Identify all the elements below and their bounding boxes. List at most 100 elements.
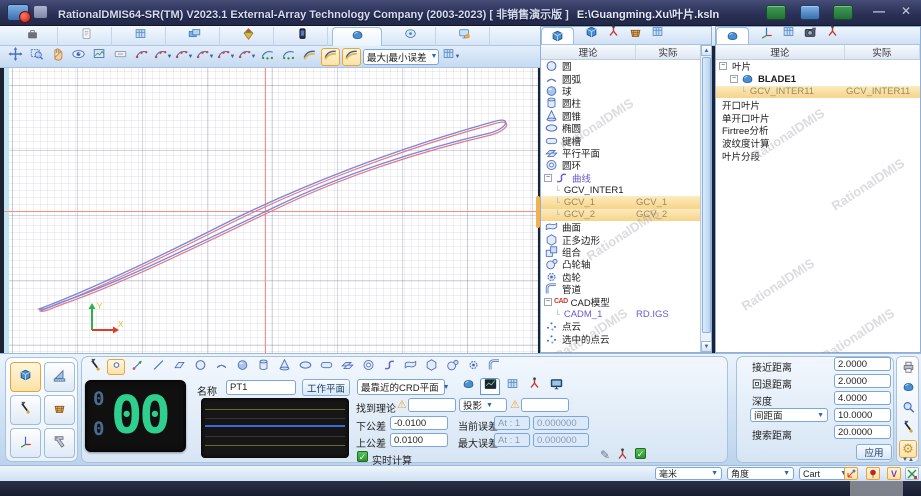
vision-status-button[interactable]: V (887, 467, 901, 480)
projection-dropdown[interactable]: 投影 ▼ (459, 398, 507, 412)
pan-tool[interactable] (6, 47, 25, 66)
tree-item-波纹度计算[interactable]: 波纹度计算 (716, 137, 920, 149)
tree-item-选中的点云[interactable]: 选中的点云 (541, 333, 700, 345)
tab-table[interactable] (116, 27, 166, 46)
tree-item-圆弧[interactable]: 圆弧 (541, 72, 700, 85)
scan-curve-tool-2[interactable]: ▼ (153, 48, 172, 66)
param-input-1[interactable]: 2.0000 (834, 357, 891, 371)
scroll-up-icon[interactable]: ▲ (701, 45, 712, 56)
tree-item-圆[interactable]: 圆 (541, 60, 700, 72)
param-input-4[interactable]: 10.0000 (834, 408, 891, 422)
slot-tool[interactable] (317, 359, 335, 375)
minimize-button[interactable]: — (866, 3, 892, 20)
monitor-link-icon[interactable] (800, 5, 820, 20)
workplane-button[interactable]: 工作平面 (302, 379, 350, 396)
param-input-3[interactable]: 4.0000 (834, 391, 891, 405)
tree-item-椭圆[interactable]: 椭圆 (541, 122, 700, 134)
feature-tab-active[interactable] (541, 27, 574, 44)
tree-item-管道[interactable]: 管道 (541, 283, 700, 295)
projection-input[interactable] (521, 398, 569, 412)
blade-tab-active[interactable] (716, 27, 749, 44)
curve-tool[interactable] (380, 359, 398, 375)
tree-item-GCV_2[interactable]: └ GCV_2 GCV_2 (541, 208, 700, 222)
scan-curve-tool-3[interactable]: ▼ (174, 48, 193, 66)
surface-tool[interactable] (401, 359, 419, 375)
tree-item-BLADE1[interactable]: − BLADE1 (716, 73, 920, 86)
blade-tab-icon-4[interactable] (825, 25, 840, 44)
monitor-mode-tab[interactable] (546, 378, 566, 395)
app-icon[interactable] (7, 4, 31, 23)
close-button[interactable]: ✕ (893, 3, 919, 20)
name-input[interactable]: PT1 (226, 380, 296, 395)
actual-column-header[interactable]: 实际 (636, 45, 701, 59)
calibration-button[interactable] (44, 362, 75, 392)
torus-tool[interactable] (359, 359, 377, 375)
probe-view-button[interactable] (899, 380, 917, 398)
scan-curve-tool-8[interactable] (279, 48, 298, 66)
confirm-check-icon[interactable]: ✓ (635, 448, 647, 459)
scan-curve-tool-1[interactable] (132, 48, 151, 66)
lower-tol-input[interactable]: -0.0100 (390, 416, 448, 430)
tree-item-圆锥[interactable]: 圆锥 (541, 109, 700, 122)
tool-change-button[interactable] (44, 428, 75, 458)
tab-device[interactable] (278, 27, 328, 46)
hand-tool[interactable] (48, 48, 67, 66)
scan-curve-tool-5[interactable]: ▼ (216, 48, 235, 66)
coordinate-button[interactable] (10, 428, 41, 458)
graphics-viewport[interactable]: Y X (4, 68, 538, 353)
tree-item-球[interactable]: 球 (541, 85, 700, 97)
point-tool[interactable] (107, 359, 125, 375)
actual-column-header[interactable]: 实际 (845, 45, 920, 59)
tree-item-叶片分段[interactable]: 叶片分段 (716, 150, 920, 162)
taskbar-item[interactable] (850, 481, 903, 496)
scroll-down-icon[interactable]: ▼ (701, 341, 712, 352)
tree-item-GCV_INTER1[interactable]: └ GCV_INTER1 (541, 184, 700, 196)
image-select-tool[interactable] (90, 48, 109, 66)
plane-tool[interactable] (170, 359, 188, 375)
strip-collapse-arrows[interactable]: ▼▲ (899, 456, 917, 464)
tree-item-单开口叶片[interactable]: 单开口叶片 (716, 111, 920, 124)
circle-tool[interactable] (191, 359, 209, 375)
tab-tolerance[interactable] (224, 27, 274, 46)
feature-tab-icon-4[interactable] (650, 25, 665, 44)
cone-tool[interactable] (275, 358, 293, 375)
units-dropdown[interactable]: 毫米 ▼ (655, 467, 722, 480)
machine-setup-button[interactable] (10, 362, 41, 392)
expander-icon[interactable]: − (544, 297, 552, 306)
ellipse-tool[interactable] (296, 359, 314, 375)
tree-item-Firtree分析[interactable]: Firtree分析 (716, 124, 920, 136)
alignment-status-button[interactable] (844, 467, 858, 480)
chart-mode-tab[interactable] (480, 378, 500, 395)
theory-column-header[interactable]: 理论 (716, 45, 845, 59)
tree-item-点云[interactable]: 点云 (541, 320, 700, 333)
expander-icon[interactable]: − (719, 62, 727, 71)
scan-curve-tool-7[interactable] (258, 48, 277, 66)
vector-tool[interactable] (128, 359, 146, 375)
tree-item-齿轮[interactable]: 齿轮 (541, 271, 700, 283)
parallel-planes-tool[interactable] (338, 359, 356, 375)
tree-item-平行平面[interactable]: 平行平面 (541, 147, 700, 159)
tab-file[interactable] (8, 27, 58, 46)
cylinder-tool[interactable] (254, 359, 272, 375)
param-input-2[interactable]: 2.0000 (834, 374, 891, 388)
menu-icon[interactable] (34, 6, 47, 18)
param-input-5[interactable]: 20.0000 (834, 425, 891, 439)
tab-scan[interactable] (332, 27, 382, 46)
angle-dropdown[interactable]: 角度 ▼ (727, 467, 794, 480)
scan-curve-tool-4[interactable]: ▼ (195, 48, 214, 66)
probe2-mode-tab[interactable] (524, 377, 544, 395)
feature-tab-icon-1[interactable] (584, 25, 599, 44)
upper-tol-input[interactable]: 0.0100 (390, 433, 448, 447)
connection-status-button[interactable] (905, 467, 919, 480)
tree-item-圆环[interactable]: 圆环 (541, 159, 700, 172)
label-tool[interactable] (111, 48, 130, 66)
tab-view[interactable] (170, 27, 220, 46)
tree-item-GCV_INTER11[interactable]: └ GCV_INTER11 GCV_INTER11 (716, 85, 920, 99)
expander-icon[interactable]: − (730, 75, 738, 84)
tree-item-键槽[interactable]: 键槽 (541, 134, 700, 147)
inspect-zoom-button[interactable] (899, 400, 917, 418)
tree-item-CAD模型[interactable]: − CAD CAD模型 (541, 295, 700, 308)
find-theory-input[interactable] (408, 398, 456, 412)
probe-mode-tab[interactable] (458, 378, 478, 395)
realtime-checkbox[interactable]: ✓ (357, 451, 368, 462)
